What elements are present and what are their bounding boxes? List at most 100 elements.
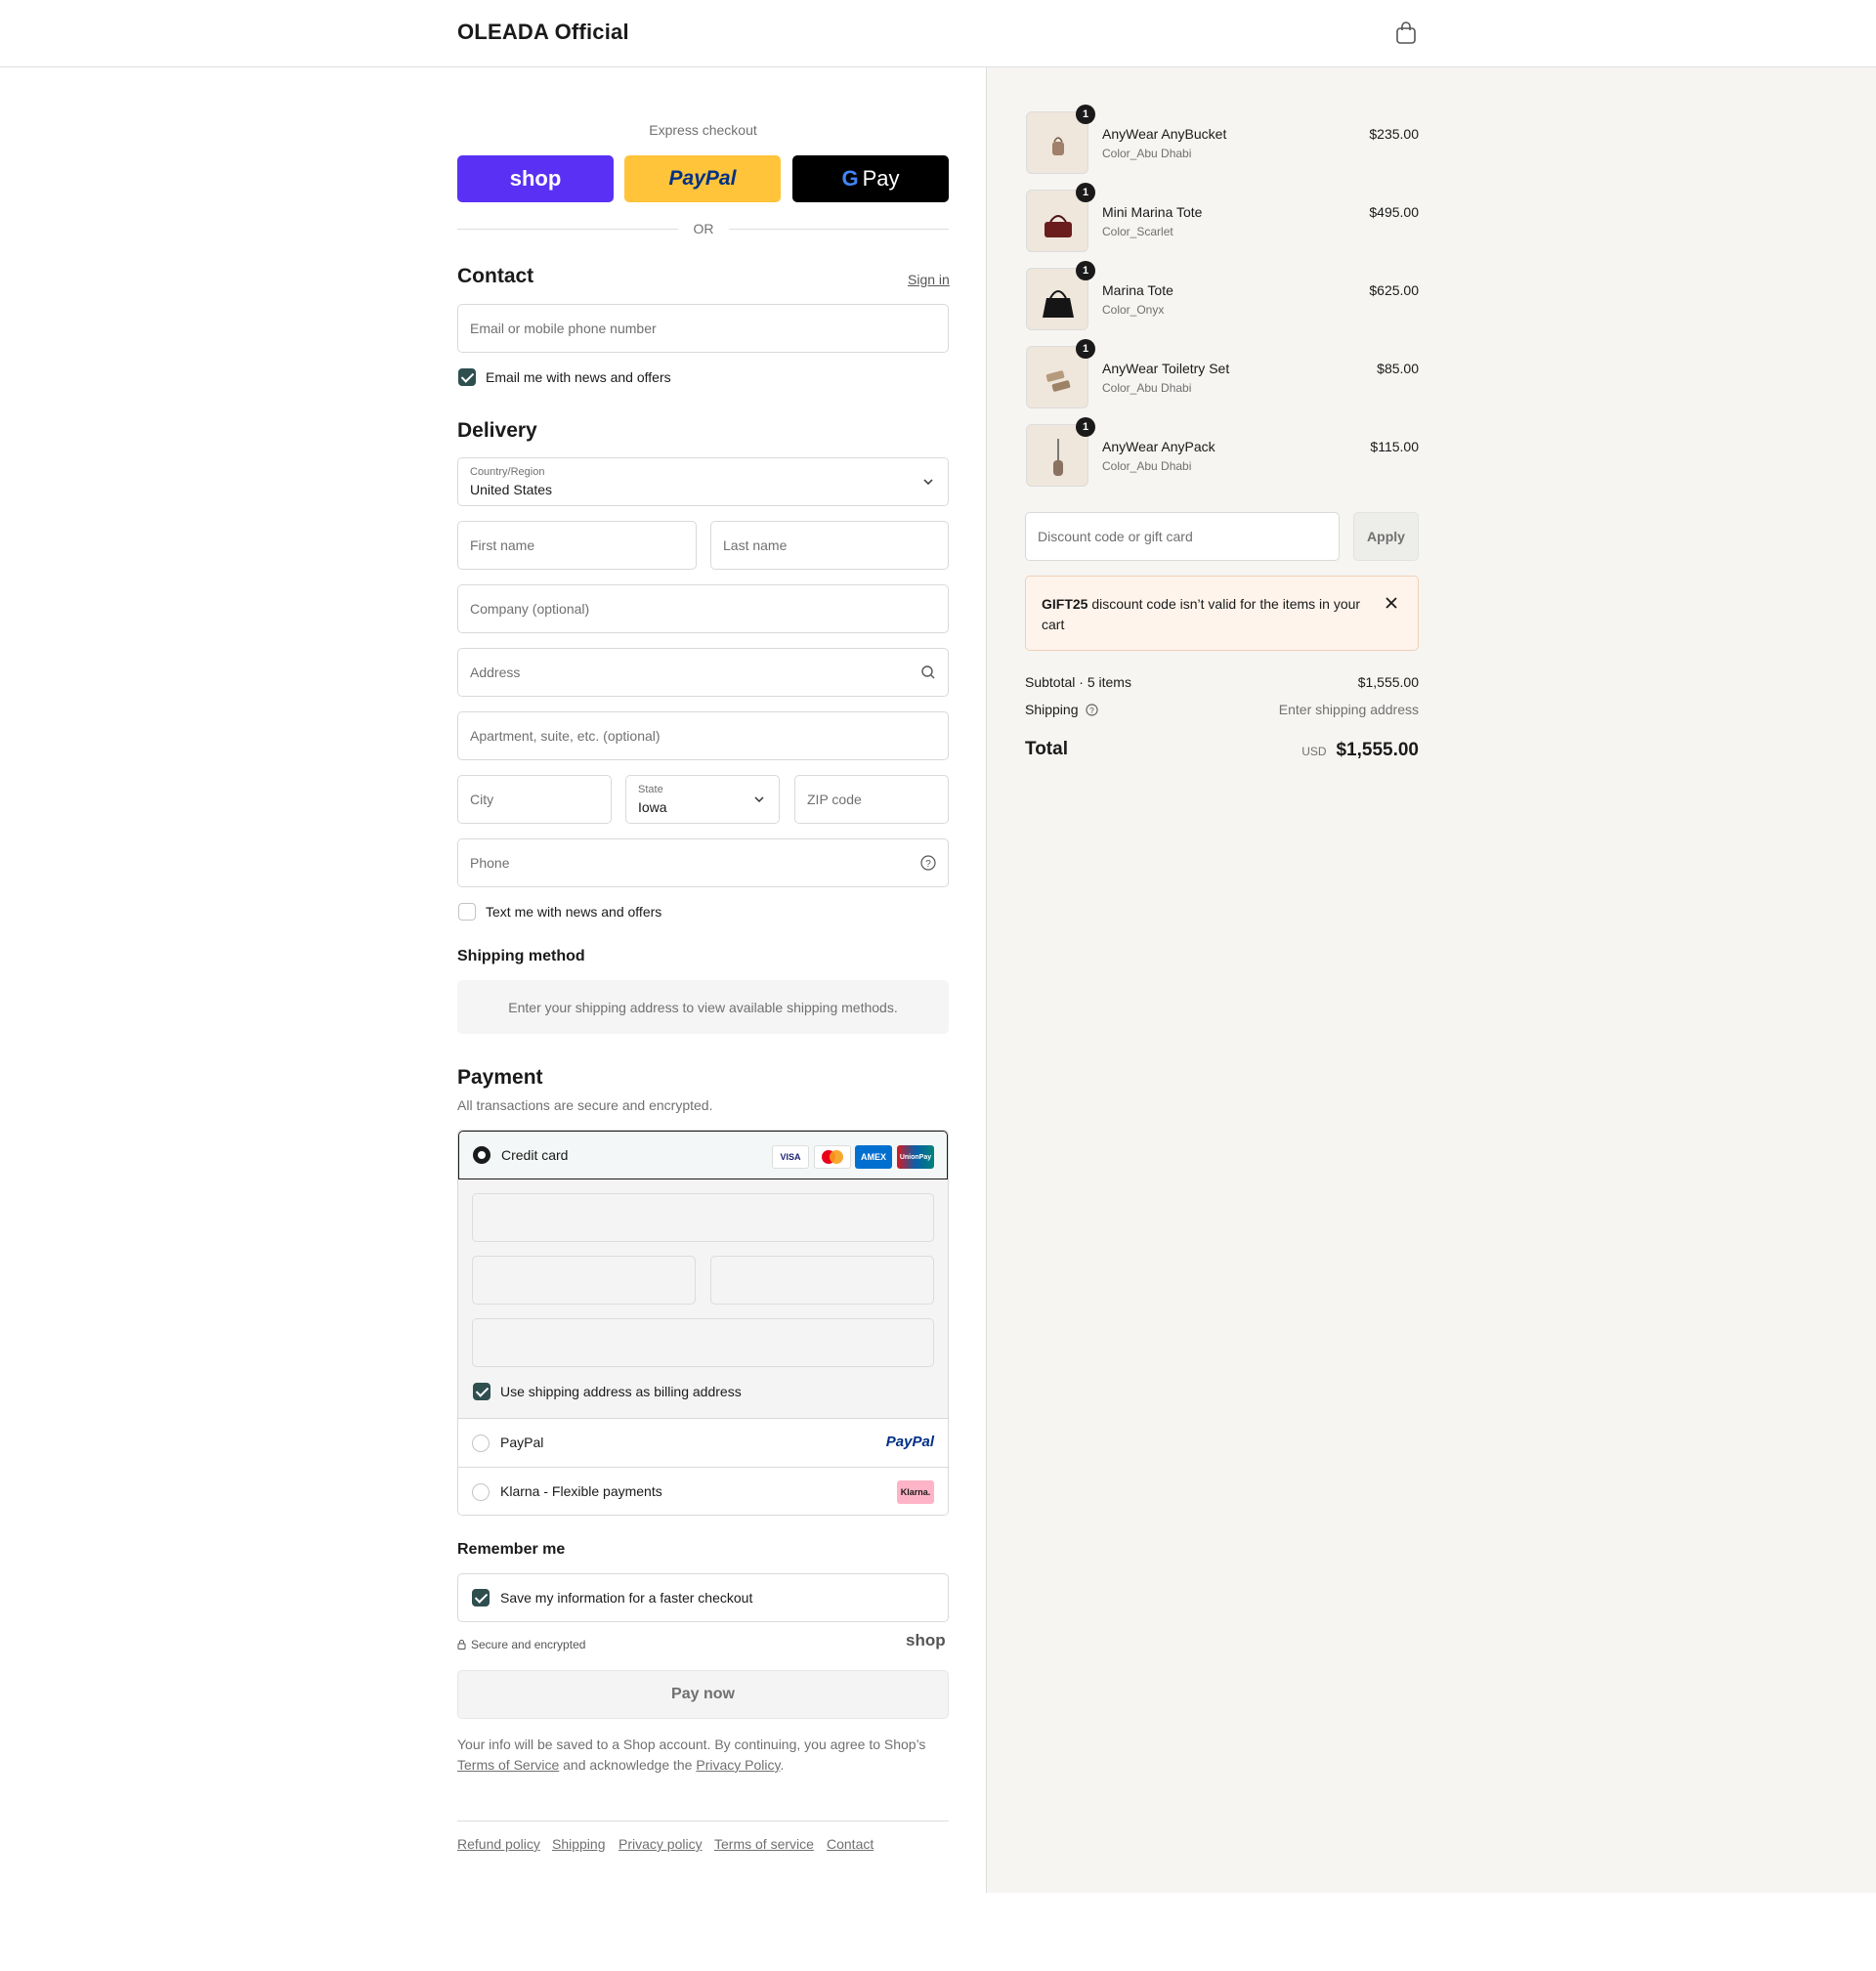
state-select[interactable]: State Iowa: [625, 775, 780, 824]
klarna-option[interactable]: Klarna - Flexible payments Klarna.: [458, 1467, 948, 1515]
paypal-radio[interactable]: [472, 1435, 490, 1452]
card-expiry-field[interactable]: [472, 1256, 696, 1305]
amex-icon: AMEX: [855, 1145, 892, 1169]
footer-link-shipping[interactable]: Shipping: [552, 1836, 606, 1852]
credit-card-radio[interactable]: [473, 1146, 490, 1164]
footer-link-terms[interactable]: Terms of service: [714, 1836, 814, 1852]
payment-methods: Credit card VISA AMEX UnionPay Use shipp…: [457, 1130, 949, 1516]
express-checkout-label: Express checkout: [649, 122, 757, 138]
product-thumbnail: 1: [1026, 183, 1095, 252]
paypal-option[interactable]: PayPal PayPal: [458, 1418, 948, 1467]
item-name: AnyWear AnyPack: [1102, 439, 1215, 454]
order-summary-panel: [986, 67, 1876, 1893]
phone-field[interactable]: Phone ?: [457, 838, 949, 887]
pay-now-button[interactable]: Pay now: [457, 1670, 949, 1719]
product-thumbnail: 1: [1026, 261, 1095, 330]
product-thumbnail: 1: [1026, 417, 1095, 487]
contact-heading: Contact: [457, 265, 534, 287]
total-value: $1,555.00: [1336, 740, 1419, 760]
billing-address-label: Use shipping address as billing address: [500, 1384, 742, 1399]
last-name-field[interactable]: Last name: [710, 521, 949, 570]
discount-code-input[interactable]: Discount code or gift card: [1025, 512, 1340, 561]
item-price: $625.00: [1369, 282, 1419, 298]
item-price: $235.00: [1369, 126, 1419, 142]
klarna-radio[interactable]: [472, 1483, 490, 1501]
shipping-method-heading: Shipping method: [457, 948, 585, 964]
payment-heading: Payment: [457, 1066, 543, 1089]
country-select[interactable]: Country/Region United States: [457, 457, 949, 506]
text-news-checkbox[interactable]: [458, 903, 476, 921]
svg-text:?: ?: [925, 859, 931, 870]
address-field[interactable]: Address: [457, 648, 949, 697]
item-variant: Color_Scarlet: [1102, 225, 1173, 238]
or-divider-label: OR: [693, 221, 714, 236]
shipping-row: Shipping ? Enter shipping address: [1025, 702, 1419, 717]
discount-error-alert: GIFT25 discount code isn’t valid for the…: [1025, 576, 1419, 651]
currency-label: USD: [1301, 745, 1327, 758]
payment-subtitle: All transactions are secure and encrypte…: [457, 1097, 713, 1113]
shipping-method-info: Enter your shipping address to view avai…: [457, 980, 949, 1034]
help-icon[interactable]: ?: [920, 855, 936, 871]
google-g-icon: G: [841, 166, 859, 191]
item-name: AnyWear AnyBucket: [1102, 126, 1227, 142]
first-name-field[interactable]: First name: [457, 521, 697, 570]
card-name-field[interactable]: [472, 1318, 934, 1367]
card-details-area: Use shipping address as billing address: [458, 1179, 948, 1418]
chevron-down-icon: [754, 796, 764, 803]
search-icon: [921, 665, 935, 679]
legal-text: Your info will be saved to a Shop accoun…: [457, 1736, 926, 1773]
item-variant: Color_Onyx: [1102, 303, 1165, 317]
store-brand[interactable]: OLEADA Official: [457, 20, 629, 45]
email-news-checkbox[interactable]: [458, 368, 476, 386]
save-info-label: Save my information for a faster checkou…: [500, 1590, 753, 1606]
item-price: $115.00: [1370, 439, 1419, 454]
total-row: Total USD $1,555.00: [1025, 739, 1419, 760]
credit-card-option[interactable]: Credit card VISA AMEX UnionPay: [458, 1131, 948, 1179]
card-number-field[interactable]: [472, 1193, 934, 1242]
city-field[interactable]: City: [457, 775, 612, 824]
item-price: $495.00: [1369, 204, 1419, 220]
terms-link[interactable]: Terms of Service: [457, 1757, 559, 1773]
product-thumbnail: 1: [1026, 105, 1095, 174]
lock-icon: [457, 1640, 466, 1650]
item-variant: Color_Abu Dhabi: [1102, 147, 1192, 160]
footer-link-privacy[interactable]: Privacy policy: [618, 1836, 703, 1852]
billing-address-checkbox[interactable]: [473, 1383, 490, 1400]
quantity-badge: 1: [1076, 183, 1095, 202]
item-variant: Color_Abu Dhabi: [1102, 381, 1192, 395]
svg-text:?: ?: [1090, 706, 1095, 715]
item-price: $85.00: [1377, 361, 1419, 376]
bag-icon[interactable]: [1395, 21, 1417, 45]
zip-field[interactable]: ZIP code: [794, 775, 949, 824]
subtotal-row: Subtotal · 5 items $1,555.00: [1025, 674, 1419, 690]
delivery-heading: Delivery: [457, 419, 537, 442]
item-name: AnyWear Toiletry Set: [1102, 361, 1230, 376]
apply-discount-button[interactable]: Apply: [1353, 512, 1419, 561]
divider: [729, 229, 949, 230]
sign-in-link[interactable]: Sign in: [908, 272, 950, 287]
company-field[interactable]: Company (optional): [457, 584, 949, 633]
chevron-down-icon: [923, 479, 933, 486]
paypal-button[interactable]: PayPal: [624, 155, 781, 202]
shop-pay-button[interactable]: shop: [457, 155, 614, 202]
close-icon[interactable]: [1385, 596, 1398, 610]
google-pay-button[interactable]: G Pay: [792, 155, 949, 202]
text-news-label: Text me with news and offers: [486, 904, 662, 920]
help-icon[interactable]: ?: [1086, 704, 1098, 716]
privacy-link[interactable]: Privacy Policy: [696, 1757, 780, 1773]
email-field[interactable]: Email or mobile phone number: [457, 304, 949, 353]
footer-link-contact[interactable]: Contact: [827, 1836, 874, 1852]
quantity-badge: 1: [1076, 339, 1095, 359]
mastercard-icon: [814, 1145, 851, 1169]
footer-link-refund[interactable]: Refund policy: [457, 1836, 540, 1852]
apartment-field[interactable]: Apartment, suite, etc. (optional): [457, 711, 949, 760]
secure-label: Secure and encrypted: [471, 1638, 586, 1651]
shop-logo: shop: [906, 1631, 946, 1650]
discount-code: GIFT25: [1042, 596, 1088, 612]
product-thumbnail: 1: [1026, 339, 1095, 408]
quantity-badge: 1: [1076, 105, 1095, 124]
email-news-label: Email me with news and offers: [486, 369, 671, 385]
save-info-checkbox[interactable]: [472, 1589, 490, 1607]
card-cvv-field[interactable]: [710, 1256, 934, 1305]
klarna-logo: Klarna.: [897, 1480, 934, 1504]
